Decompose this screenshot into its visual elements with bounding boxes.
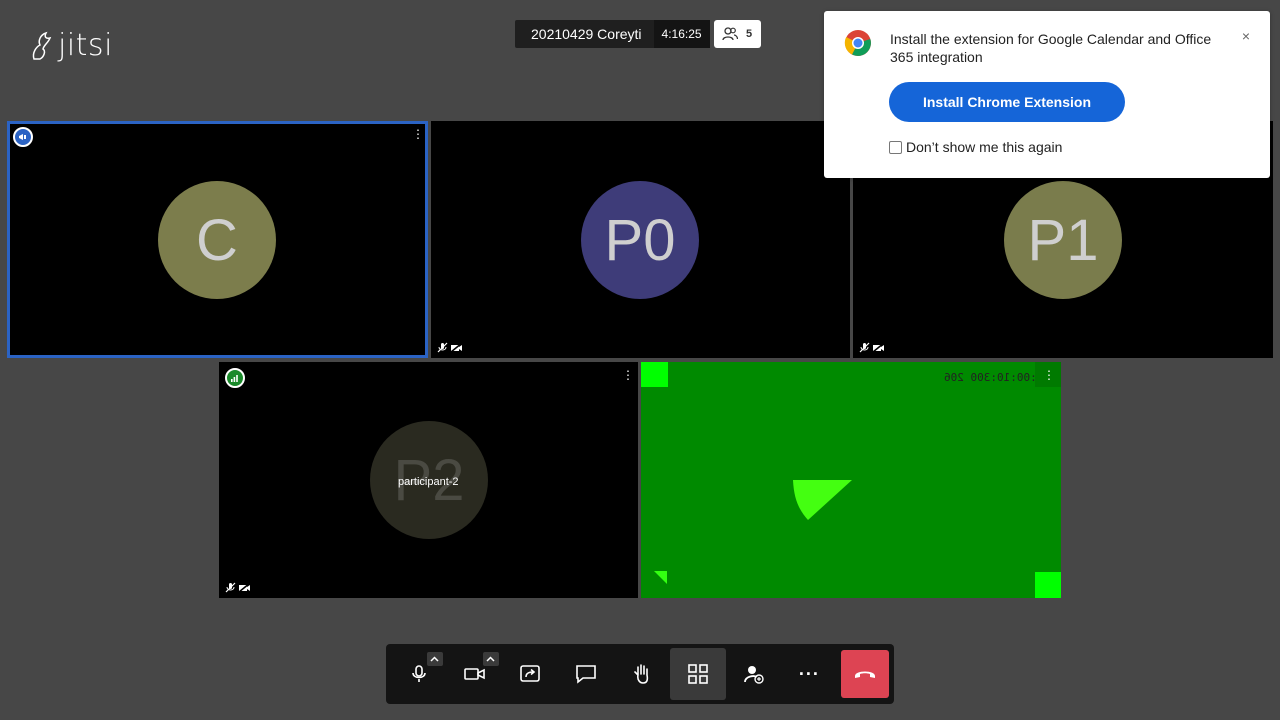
corner-marker — [641, 362, 668, 387]
dominant-speaker-badge — [13, 127, 33, 147]
audio-settings-toggle[interactable] — [426, 652, 443, 666]
chat-button[interactable] — [558, 648, 614, 700]
chrome-icon — [844, 30, 871, 56]
banner-message: Install the extension for Google Calenda… — [890, 31, 1212, 65]
camera-muted-icon — [872, 342, 885, 353]
tile-menu-icon[interactable]: ⋮ — [622, 369, 634, 381]
mic-muted-icon — [859, 342, 870, 353]
muted-status — [225, 582, 251, 593]
dont-show-label: Don’t show me this again — [906, 139, 1063, 155]
share-screen-button[interactable] — [503, 648, 559, 700]
add-participant-icon — [743, 666, 764, 684]
meeting-timer: 4:16:25 — [653, 20, 710, 48]
camera-muted-icon — [238, 582, 251, 593]
participant-count: 5 — [746, 28, 753, 40]
camera-button[interactable] — [447, 648, 503, 700]
more-icon: ··· — [798, 663, 820, 684]
mic-muted-icon — [225, 582, 236, 593]
connection-quality-badge — [225, 368, 245, 388]
conference-info-bar: 20210429 Coreyti 4:16:25 5 — [515, 20, 761, 48]
signal-bars-icon — [231, 375, 238, 382]
close-icon[interactable]: × — [1242, 28, 1250, 44]
participant-tile-p0[interactable]: P0 — [431, 121, 850, 358]
avatar: P0 — [581, 181, 699, 299]
participant-display-name: participant-2 — [398, 476, 459, 488]
microphone-button[interactable] — [391, 648, 447, 700]
megaphone-icon — [19, 134, 26, 140]
leave-call-button[interactable] — [841, 650, 890, 698]
video-settings-toggle[interactable] — [482, 652, 499, 666]
corner-triangle — [654, 571, 667, 584]
jitsi-bird-icon — [32, 31, 52, 60]
chevron-up-icon — [430, 656, 439, 662]
dont-show-again[interactable]: Don’t show me this again — [889, 139, 1062, 155]
tile-menu-icon[interactable]: ⋮ — [1043, 369, 1055, 381]
participants-count-button[interactable]: 5 — [713, 20, 761, 48]
hangup-icon — [855, 671, 876, 678]
dont-show-checkbox[interactable] — [889, 140, 902, 154]
muted-status — [859, 342, 885, 353]
camera-icon — [463, 668, 485, 680]
video-shape — [793, 480, 852, 520]
more-actions-button[interactable]: ··· — [781, 648, 837, 700]
corner-marker — [1035, 572, 1061, 598]
toolbox: ··· — [386, 644, 894, 704]
muted-status — [437, 342, 463, 353]
raise-hand-button[interactable] — [614, 648, 670, 700]
tile-view-icon — [687, 664, 708, 684]
participant-tile-c[interactable]: ⋮ C — [7, 121, 428, 358]
install-extension-button[interactable]: Install Chrome Extension — [889, 82, 1125, 122]
video-overlay-text: 0:00:10:300 206 — [944, 371, 1044, 384]
microphone-icon — [412, 665, 426, 682]
raise-hand-icon — [634, 664, 649, 684]
logo-text: jitsi — [58, 28, 113, 63]
jitsi-logo: jitsi — [30, 28, 113, 63]
share-screen-icon — [520, 665, 541, 682]
video-tile-green[interactable]: 0:00:10:300 206 ⋮ — [641, 362, 1061, 598]
tile-view-button[interactable] — [669, 648, 726, 700]
mic-muted-icon — [437, 342, 448, 353]
participant-tile-p2[interactable]: ⋮ P2 participant-2 — [219, 362, 638, 598]
chrome-extension-banner: Install the extension for Google Calenda… — [824, 11, 1270, 178]
avatar: P1 — [1004, 181, 1122, 299]
camera-muted-icon — [450, 342, 463, 353]
invite-button[interactable] — [726, 648, 782, 700]
chevron-up-icon — [486, 656, 495, 662]
meeting-name: 20210429 Coreyti — [531, 26, 642, 42]
meeting-title-box: 20210429 Coreyti 4:16:25 — [515, 20, 710, 48]
chat-icon — [576, 665, 597, 684]
participants-icon — [722, 27, 739, 41]
tile-menu-icon[interactable]: ⋮ — [412, 128, 424, 140]
avatar: C — [158, 181, 276, 299]
